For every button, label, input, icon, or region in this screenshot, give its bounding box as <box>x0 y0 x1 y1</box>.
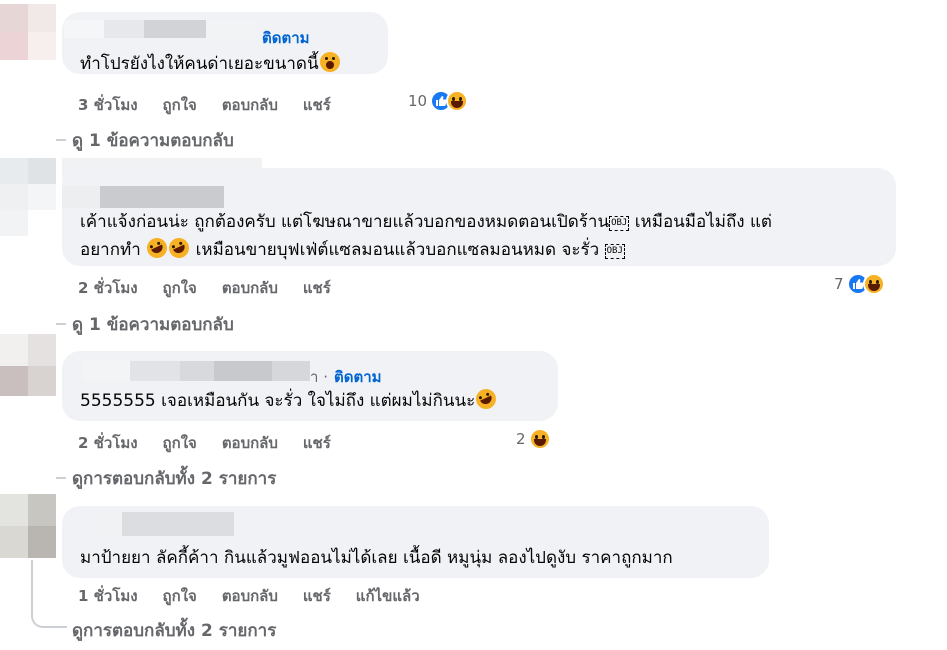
thread-connector <box>56 477 66 479</box>
comment-text: มาป้ายยา ลัคกี้ค้าา กินแล้วมูฟออนไม่ได้เ… <box>80 544 673 571</box>
comment-bubble: มาป้ายยา ลัคกี้ค้าา กินแล้วมูฟออนไม่ได้เ… <box>62 506 769 578</box>
blurred-author-name <box>130 361 180 381</box>
blurred-author-name <box>214 361 272 381</box>
follow-link[interactable]: ติดตาม <box>334 365 382 389</box>
timestamp[interactable]: 2 ชั่วโมง <box>78 276 138 300</box>
share-button[interactable]: แชร์ <box>303 276 331 300</box>
edited-label[interactable]: แก้ไขแล้ว <box>356 584 420 608</box>
comment-text-content: เหมือนมือไม่ถึง แต่ <box>629 212 772 232</box>
comment-bubble: เค้าแจ้งก่อนน่ะ ถูกต้องครับ แต่โฆษณาขายแ… <box>62 168 896 266</box>
like-button[interactable]: ถูกใจ <box>163 431 197 455</box>
like-button[interactable]: ถูกใจ <box>163 276 197 300</box>
thread-connector <box>31 600 67 628</box>
reply-button[interactable]: ตอบกลับ <box>222 276 278 300</box>
comment-actions: 2 ชั่วโมง ถูกใจ ตอบกลับ แชร์ <box>78 276 356 300</box>
rofl-emoji-icon <box>165 234 193 262</box>
comment-text-content: เหมือนขายบุฟเฟ่ต์แซลมอนแล้วบอกแซลมอนหมด … <box>190 240 605 260</box>
blurred-author-name <box>272 361 310 381</box>
thread-connector <box>56 323 66 325</box>
view-replies-link[interactable]: ดูการตอบกลับทั้ง 2 รายการ <box>72 617 276 644</box>
comment-bubble: ติดตาม ทำโปรยังไงให้คนด่าเยอะขนาดนี้ <box>62 12 388 74</box>
comment-text-content: อยากทำ <box>80 240 147 260</box>
blurred-author-name <box>144 20 206 38</box>
reaction-count: 7 <box>834 275 844 293</box>
timestamp[interactable]: 1 ชั่วโมง <box>78 584 138 608</box>
like-button[interactable]: ถูกใจ <box>163 584 197 608</box>
blurred-author-name <box>64 20 104 38</box>
blurred-author-name <box>180 361 214 381</box>
blurred-author-name <box>122 512 234 536</box>
follow-link[interactable]: ติดตาม <box>262 26 310 50</box>
view-replies-link[interactable]: ดู 1 ข้อความตอบกลับ <box>72 127 234 154</box>
haha-icon <box>446 90 469 112</box>
comment-text-content: เค้าแจ้งก่อนน่ะ ถูกต้องครับ แต่โฆษณาขายแ… <box>80 212 610 232</box>
share-button[interactable]: แชร์ <box>303 93 331 117</box>
share-button[interactable]: แชร์ <box>303 431 331 455</box>
scream-emoji-icon <box>319 52 340 72</box>
comment-text-content: 5555555 เจอเหมือนกัน จะรั่ว ใจไม่ถึง แต่… <box>80 391 476 411</box>
reaction-summary[interactable]: 7 <box>834 273 885 295</box>
blurred-author-name <box>206 20 256 38</box>
comment-actions: 3 ชั่วโมง ถูกใจ ตอบกลับ แชร์ <box>78 93 356 117</box>
view-replies-link[interactable]: ดูการตอบกลับทั้ง 2 รายการ <box>72 465 276 492</box>
comment-text: ทำโปรยังไงให้คนด่าเยอะขนาดนี้ <box>80 50 341 77</box>
blurred-author-name <box>104 20 144 38</box>
rofl-emoji-icon <box>143 234 171 262</box>
comment-text-line: เค้าแจ้งก่อนน่ะ ถูกต้องครับ แต่โฆษณาขายแ… <box>80 208 772 235</box>
author-name-tail: า · <box>310 368 328 386</box>
avatar[interactable] <box>0 4 56 60</box>
rofl-emoji-icon <box>472 385 500 413</box>
blurred-author-name <box>100 186 224 208</box>
reaction-count: 10 <box>408 92 428 110</box>
blurred-author-name <box>82 361 130 381</box>
timestamp[interactable]: 2 ชั่วโมง <box>78 431 138 455</box>
avatar[interactable] <box>0 334 56 396</box>
blurred-author-name <box>62 186 100 208</box>
view-replies-link[interactable]: ดู 1 ข้อความตอบกลับ <box>72 311 234 338</box>
haha-icon <box>528 428 551 450</box>
timestamp[interactable]: 3 ชั่วโมง <box>78 93 138 117</box>
reply-button[interactable]: ตอบกลับ <box>222 584 278 608</box>
reply-button[interactable]: ตอบกลับ <box>222 93 278 117</box>
blurred-author-name <box>90 512 122 536</box>
thread-connector <box>56 139 66 141</box>
avatar[interactable] <box>0 494 56 558</box>
reaction-summary[interactable]: 10 <box>408 90 469 112</box>
reaction-count: 2 <box>516 430 526 448</box>
comment-text-line: อยากทำ เหมือนขายบุฟเฟ่ต์แซลมอนแล้วบอกแซล… <box>80 234 625 263</box>
reaction-summary[interactable]: 2 <box>516 428 551 450</box>
comment-actions: 2 ชั่วโมง ถูกใจ ตอบกลับ แชร์ <box>78 431 356 455</box>
haha-icon <box>862 273 885 295</box>
obj-placeholder-icon: OBJ <box>609 216 630 231</box>
like-button[interactable]: ถูกใจ <box>163 93 197 117</box>
avatar[interactable] <box>0 158 56 238</box>
reply-button[interactable]: ตอบกลับ <box>222 431 278 455</box>
comment-text-content: มาป้ายยา ลัคกี้ค้าา กินแล้วมูฟออนไม่ได้เ… <box>80 548 673 568</box>
share-button[interactable]: แชร์ <box>303 584 331 608</box>
comment-text-content: ทำโปรยังไงให้คนด่าเยอะขนาดนี้ <box>80 54 319 74</box>
obj-placeholder-icon: OBJ <box>604 244 625 259</box>
comment-bubble: า · ติดตาม 5555555 เจอเหมือนกัน จะรั่ว ใ… <box>62 351 558 421</box>
comment-actions: 1 ชั่วโมง ถูกใจ ตอบกลับ แชร์ แก้ไขแล้ว <box>78 584 445 608</box>
comment-text: 5555555 เจอเหมือนกัน จะรั่ว ใจไม่ถึง แต่… <box>80 385 500 414</box>
